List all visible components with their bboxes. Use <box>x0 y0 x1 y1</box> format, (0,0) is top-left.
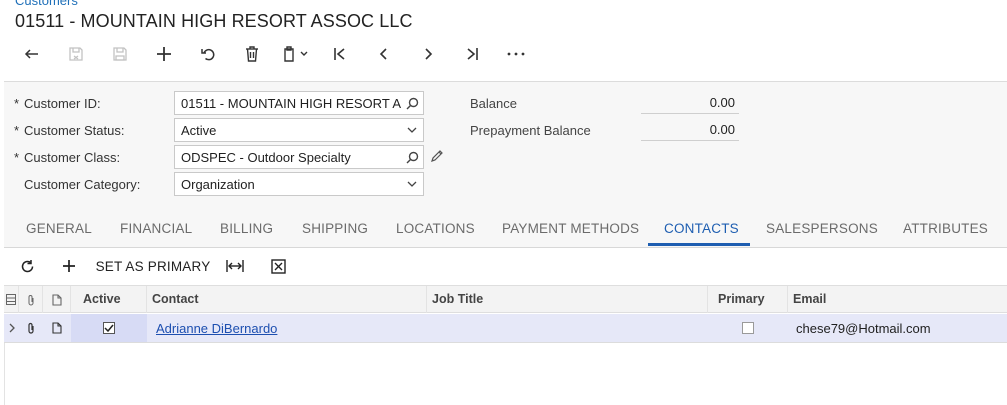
save-icon[interactable] <box>98 40 142 68</box>
grid-toolbar: SET AS PRIMARY <box>4 250 1007 282</box>
active-tab-indicator <box>648 243 750 246</box>
contact-link[interactable]: Adrianne DiBernardo <box>156 321 277 336</box>
balance-label: Balance <box>470 96 517 111</box>
prepayment-balance-value: 0.00 <box>641 119 739 141</box>
required-marker: * <box>14 122 20 138</box>
email-cell[interactable]: chese79@Hotmail.com <box>796 314 1006 342</box>
primary-cell[interactable] <box>708 314 788 342</box>
previous-record-icon[interactable] <box>362 40 406 68</box>
refresh-icon[interactable] <box>4 252 50 280</box>
customer-status-value: Active <box>181 122 217 138</box>
prepayment-balance-label: Prepayment Balance <box>470 123 591 138</box>
table-row[interactable]: Adrianne DiBernardo chese79@Hotmail.com <box>4 314 1007 343</box>
tab-salespersons[interactable]: SALESPERSONS <box>766 211 878 247</box>
add-icon[interactable] <box>142 40 186 68</box>
active-cell[interactable] <box>71 314 147 342</box>
tab-contacts[interactable]: CONTACTS <box>664 211 739 247</box>
required-marker: * <box>14 149 20 165</box>
last-record-icon[interactable] <box>450 40 494 68</box>
grid-empty-area <box>4 343 1007 405</box>
attachment-icon[interactable] <box>19 286 43 313</box>
column-header-primary[interactable]: Primary <box>708 286 788 313</box>
tab-billing[interactable]: BILLING <box>220 211 273 247</box>
tab-bar: GENERAL FINANCIAL BILLING SHIPPING LOCAT… <box>4 211 1007 248</box>
contact-cell: Adrianne DiBernardo <box>156 314 426 342</box>
page-title: 01511 - MOUNTAIN HIGH RESORT ASSOC LLC <box>15 11 413 31</box>
set-as-primary-label: SET AS PRIMARY <box>95 258 211 274</box>
tab-payment-methods[interactable]: PAYMENT METHODS <box>502 211 639 247</box>
job-title-cell[interactable] <box>432 314 708 342</box>
chevron-down-icon[interactable] <box>401 119 423 141</box>
customer-status-select[interactable]: Active <box>174 118 424 142</box>
next-record-icon[interactable] <box>406 40 450 68</box>
customer-category-value: Organization <box>181 176 255 192</box>
customer-class-label: Customer Class: <box>24 149 121 165</box>
customer-summary-form: * Customer ID: 01511 - MOUNTAIN HIGH RES… <box>4 81 1007 211</box>
fit-columns-icon[interactable] <box>218 252 252 280</box>
customer-category-select[interactable]: Organization <box>174 172 424 196</box>
first-record-icon[interactable] <box>318 40 362 68</box>
grid-header: Active Contact Job Title Primary Email <box>4 285 1007 313</box>
row-selector-icon[interactable] <box>4 286 19 313</box>
column-header-job-title[interactable]: Job Title <box>427 286 708 313</box>
breadcrumb[interactable]: Customers <box>15 0 78 8</box>
active-checkbox[interactable] <box>103 322 115 334</box>
column-header-email[interactable]: Email <box>788 286 1007 313</box>
edit-pencil-icon[interactable] <box>430 149 446 165</box>
tab-shipping[interactable]: SHIPPING <box>302 211 368 247</box>
customer-status-label: Customer Status: <box>24 122 125 138</box>
required-marker: * <box>14 95 20 111</box>
tab-attributes[interactable]: ATTRIBUTES <box>903 211 988 247</box>
add-row-icon[interactable] <box>50 252 88 280</box>
note-icon[interactable] <box>43 314 71 342</box>
customer-category-label: Customer Category: <box>24 176 141 192</box>
cancel-revert-icon[interactable] <box>186 40 230 68</box>
search-icon[interactable] <box>401 92 423 114</box>
attachment-icon[interactable] <box>19 314 43 342</box>
tab-general[interactable]: GENERAL <box>26 211 92 247</box>
customer-id-label: Customer ID: <box>24 95 101 111</box>
note-icon[interactable] <box>43 286 71 313</box>
save-close-icon[interactable] <box>54 40 98 68</box>
row-expand-icon[interactable] <box>4 314 19 342</box>
column-header-contact[interactable]: Contact <box>147 286 427 313</box>
export-excel-icon[interactable] <box>252 252 304 280</box>
customer-class-field[interactable]: ODSPEC - Outdoor Specialty <box>174 145 424 169</box>
customer-class-value: ODSPEC - Outdoor Specialty <box>181 149 351 165</box>
primary-checkbox[interactable] <box>742 322 754 334</box>
customer-id-field[interactable]: 01511 - MOUNTAIN HIGH RESORT A <box>174 91 424 115</box>
tab-financial[interactable]: FINANCIAL <box>120 211 192 247</box>
tab-locations[interactable]: LOCATIONS <box>396 211 475 247</box>
undo-back-icon[interactable] <box>10 40 54 68</box>
set-as-primary-button[interactable]: SET AS PRIMARY <box>88 252 218 280</box>
chevron-down-icon[interactable] <box>401 173 423 195</box>
main-toolbar <box>10 40 538 68</box>
column-header-active[interactable]: Active <box>71 286 147 313</box>
balance-value: 0.00 <box>641 92 739 114</box>
search-icon[interactable] <box>401 146 423 168</box>
more-icon[interactable] <box>494 40 538 68</box>
delete-icon[interactable] <box>230 40 274 68</box>
copy-paste-icon[interactable] <box>274 40 318 68</box>
customer-id-value: 01511 - MOUNTAIN HIGH RESORT A <box>181 95 401 111</box>
